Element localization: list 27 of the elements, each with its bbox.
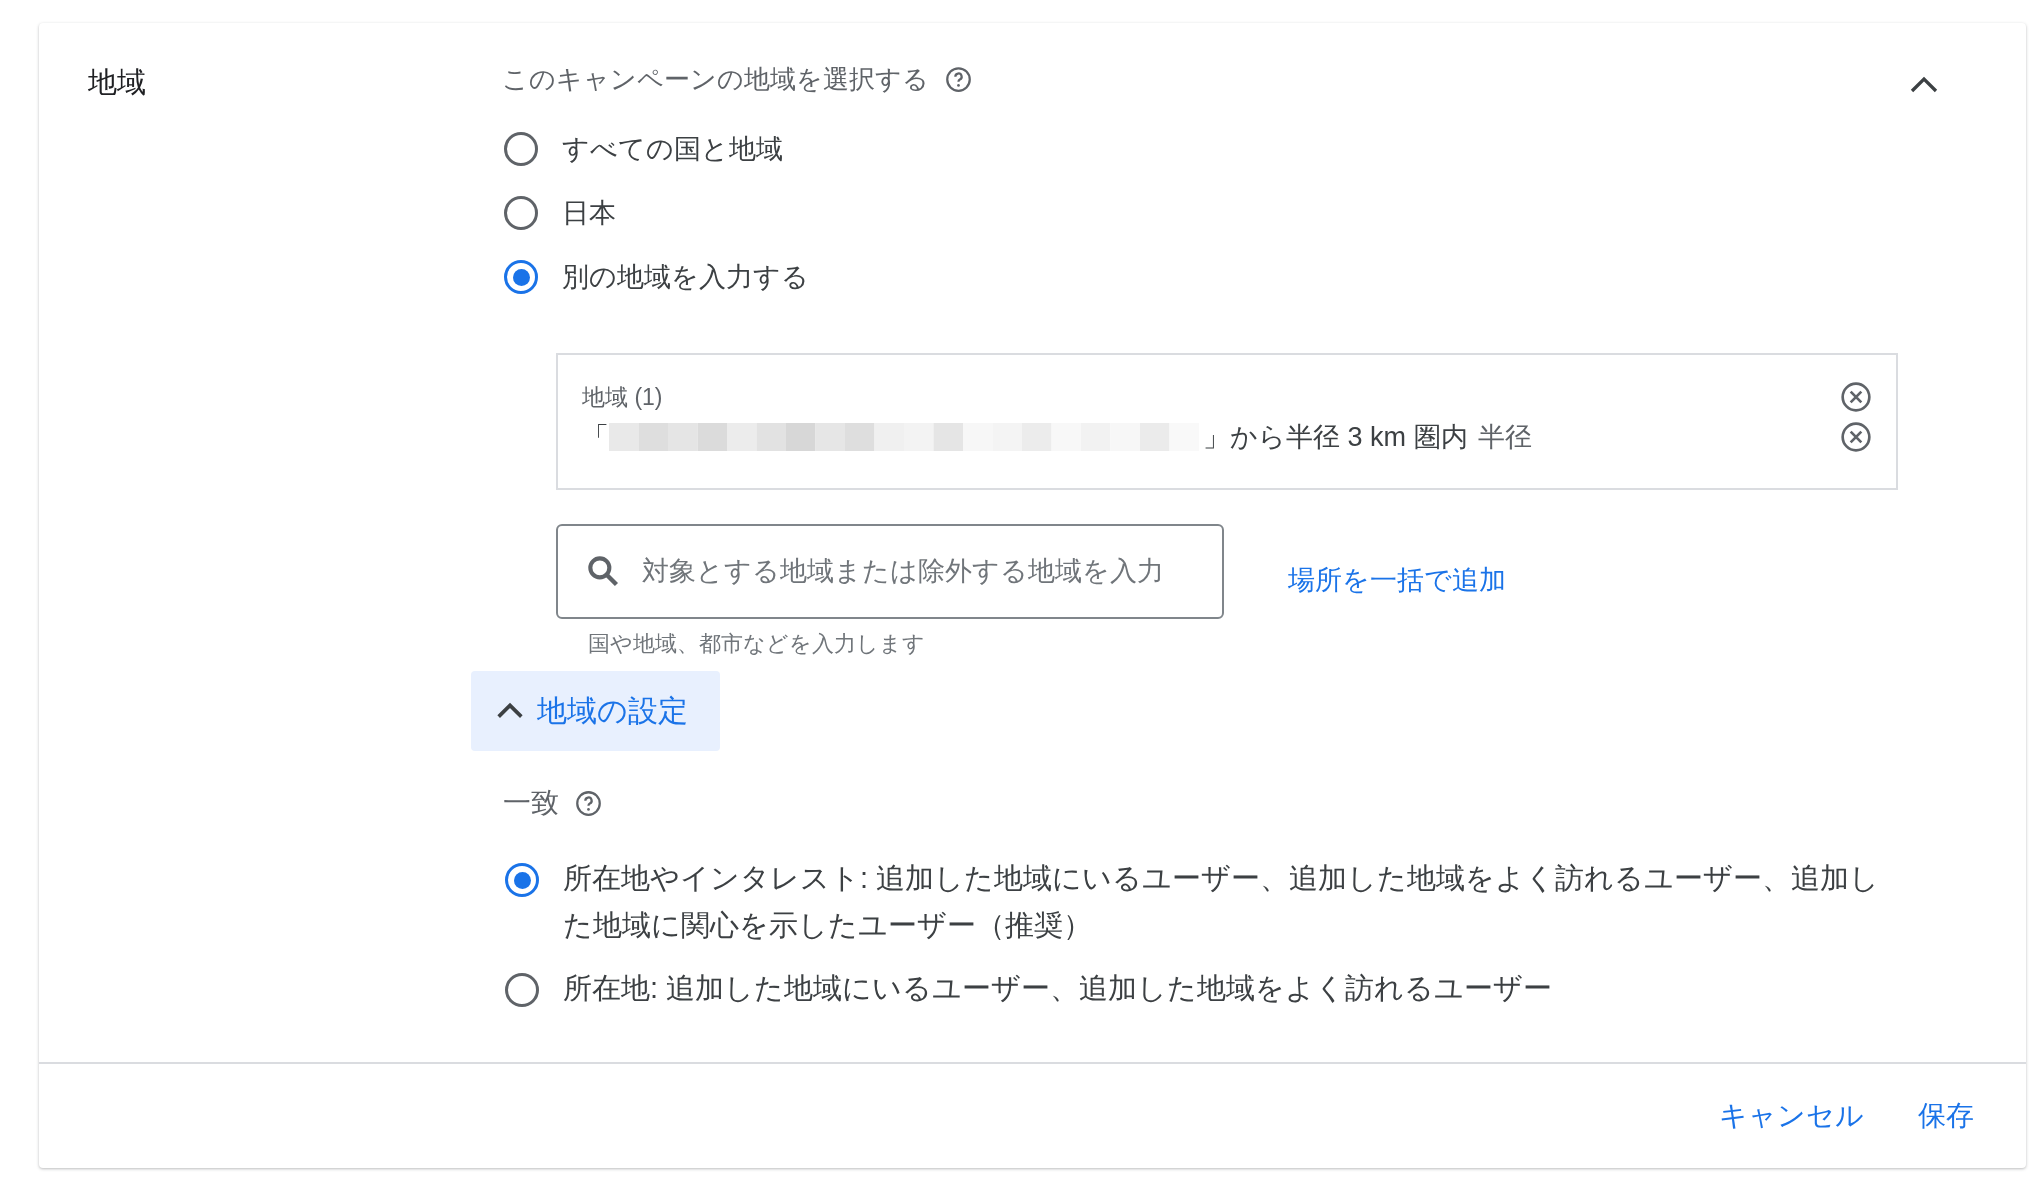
help-icon[interactable] <box>945 65 972 93</box>
section-title: 地域 <box>88 66 146 98</box>
option-label: 所在地やインタレスト: 追加した地域にいるユーザー、追加した地域をよく訪れるユーザー、追加した地域に関心を示したユーザー（推奨） <box>563 861 1881 943</box>
location-radius: 」から半径 3 km 圏内 <box>1203 421 1468 454</box>
helper-text: 国や地域、都市などを入力します <box>588 630 926 658</box>
option-label: すべての国と地域 <box>562 133 783 166</box>
bulk-add-link[interactable]: 場所を一括で追加 <box>1288 562 1506 598</box>
radio-button[interactable] <box>504 132 538 166</box>
radius-label: 半径 <box>1477 421 1532 454</box>
remove-icon[interactable] <box>1840 421 1872 453</box>
radio-button[interactable] <box>505 973 539 1007</box>
option-label: 日本 <box>562 197 616 230</box>
radio-button[interactable] <box>504 260 538 294</box>
option-label: 所在地: 追加した地域にいるユーザー、追加した地域をよく訪れるユーザー <box>563 971 1553 1006</box>
footer-button[interactable]: キャンセル <box>1707 1089 1876 1143</box>
option-label: 別の地域を入力する <box>562 261 809 294</box>
radio-button[interactable] <box>504 196 538 230</box>
quote-mark: 「 <box>582 421 609 454</box>
prompt-label: このキャンペーンの地域を選択する <box>502 62 929 96</box>
settings-toggle[interactable]: 地域の設定 <box>471 671 720 751</box>
search-field[interactable]: 対象とする地域または除外する地域を入力 <box>556 524 1224 619</box>
radio-button[interactable] <box>505 863 539 897</box>
match-label: 一致 <box>503 786 559 820</box>
help-icon[interactable] <box>575 789 602 817</box>
footer-button[interactable]: 保存 <box>1906 1089 1986 1143</box>
remove-all-icon[interactable] <box>1840 381 1872 413</box>
location-heading: 地域 (1) <box>582 382 663 412</box>
